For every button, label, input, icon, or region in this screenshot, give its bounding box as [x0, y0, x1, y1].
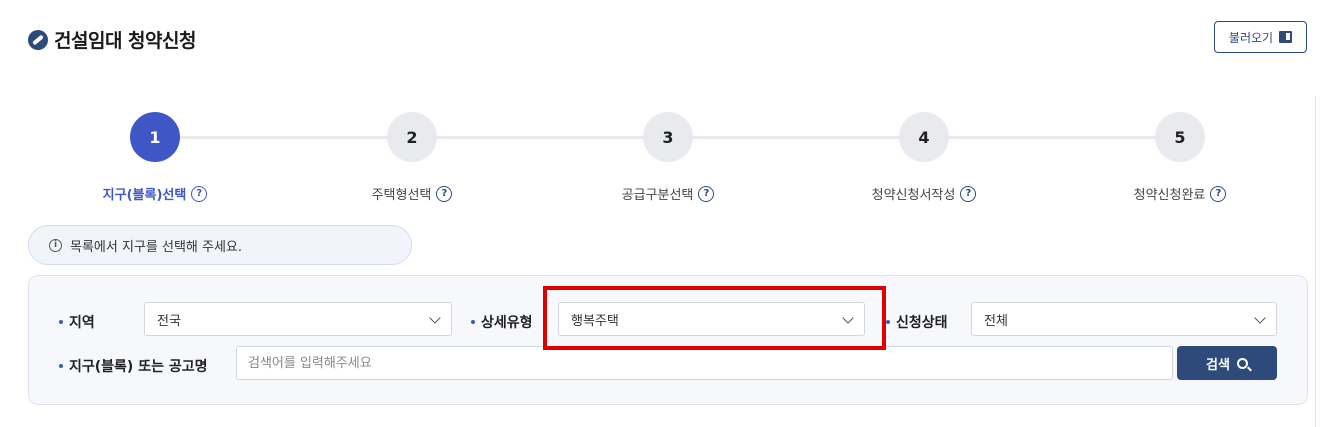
block-search-label: 지구(블록) 또는 공고명 — [59, 356, 207, 376]
step-1[interactable]: 1 지구(블록)선택 ? — [45, 112, 265, 203]
step-label: 청약신청완료 — [1133, 188, 1206, 203]
question-circle-icon[interactable]: ? — [960, 185, 977, 202]
region-select-value: 전국 — [157, 313, 181, 329]
bullet-icon — [886, 320, 890, 324]
stepper: 1 지구(블록)선택 ? 2 주택형선택 ? 3 공급구분선택 ? 4 청약신청… — [0, 112, 1324, 212]
step-5[interactable]: 5 청약신청완료 ? — [1070, 112, 1290, 203]
step-number-circle[interactable]: 3 — [643, 112, 693, 162]
bullet-icon — [471, 320, 475, 324]
step-2[interactable]: 2 주택형선택 ? — [302, 112, 522, 203]
step-number-circle[interactable]: 5 — [1155, 112, 1205, 162]
status-select[interactable]: 전체 — [971, 302, 1277, 336]
search-icon — [1236, 357, 1248, 369]
status-select-value: 전체 — [984, 313, 1008, 329]
chevron-down-icon — [429, 312, 441, 324]
bullet-icon — [59, 364, 63, 368]
load-button[interactable]: 불러오기 — [1214, 21, 1307, 53]
detail-type-select-value: 행복주택 — [571, 313, 619, 329]
filter-panel: 지역 전국 상세유형 행복주택 신청상태 전체 지구(블록) 또는 공고명 검색… — [28, 275, 1308, 405]
step-label-row: 청약신청서작성 ? — [872, 184, 977, 203]
step-label: 지구(블록)선택 — [102, 188, 187, 203]
load-button-label: 불러오기 — [1228, 30, 1274, 45]
detail-type-select[interactable]: 행복주택 — [558, 302, 865, 336]
step-3[interactable]: 3 공급구분선택 ? — [558, 112, 778, 203]
chevron-down-icon — [1254, 312, 1266, 324]
step-label-row: 청약신청완료 ? — [1134, 184, 1227, 203]
question-circle-icon[interactable]: ? — [698, 185, 715, 202]
step-label-row: 주택형선택 ? — [372, 184, 453, 203]
region-label-text: 지역 — [69, 315, 95, 331]
region-label: 지역 — [59, 312, 95, 332]
detail-type-label-text: 상세유형 — [481, 315, 533, 331]
step-4[interactable]: 4 청약신청서작성 ? — [814, 112, 1034, 203]
notice-text: 목록에서 지구를 선택해 주세요. — [70, 239, 243, 255]
page-header: 건설임대 청약신청 — [28, 26, 196, 53]
detail-type-label: 상세유형 — [471, 312, 533, 332]
step-number-circle[interactable]: 1 — [130, 112, 180, 162]
question-circle-icon[interactable]: ? — [191, 185, 208, 202]
notice-banner: i 목록에서 지구를 선택해 주세요. — [28, 225, 412, 265]
question-circle-icon[interactable]: ? — [436, 185, 453, 202]
search-input[interactable] — [236, 346, 1173, 380]
step-label-row: 공급구분선택 ? — [622, 184, 715, 203]
step-label: 청약신청서작성 — [871, 188, 956, 203]
status-label-text: 신청상태 — [896, 315, 948, 331]
page-title: 건설임대 청약신청 — [54, 30, 196, 52]
status-label: 신청상태 — [886, 312, 948, 332]
info-circle-icon: i — [49, 238, 62, 252]
bullet-icon — [59, 320, 63, 324]
step-label-row: 지구(블록)선택 ? — [103, 184, 208, 203]
step-number-circle[interactable]: 4 — [899, 112, 949, 162]
title-logo-icon — [28, 29, 48, 50]
question-circle-icon[interactable]: ? — [1210, 185, 1227, 202]
search-button-label: 검색 — [1206, 357, 1230, 373]
bookmark-icon — [1279, 31, 1293, 43]
step-label: 공급구분선택 — [621, 188, 694, 203]
region-select[interactable]: 전국 — [144, 302, 452, 336]
search-button[interactable]: 검색 — [1177, 346, 1277, 380]
block-search-label-text: 지구(블록) 또는 공고명 — [69, 359, 208, 375]
step-number-circle[interactable]: 2 — [387, 112, 437, 162]
chevron-down-icon — [842, 312, 854, 324]
page: 건설임대 청약신청 불러오기 1 지구(블록)선택 ? 2 주택형선택 ? 3 — [0, 0, 1324, 427]
step-label: 주택형선택 — [371, 188, 432, 203]
